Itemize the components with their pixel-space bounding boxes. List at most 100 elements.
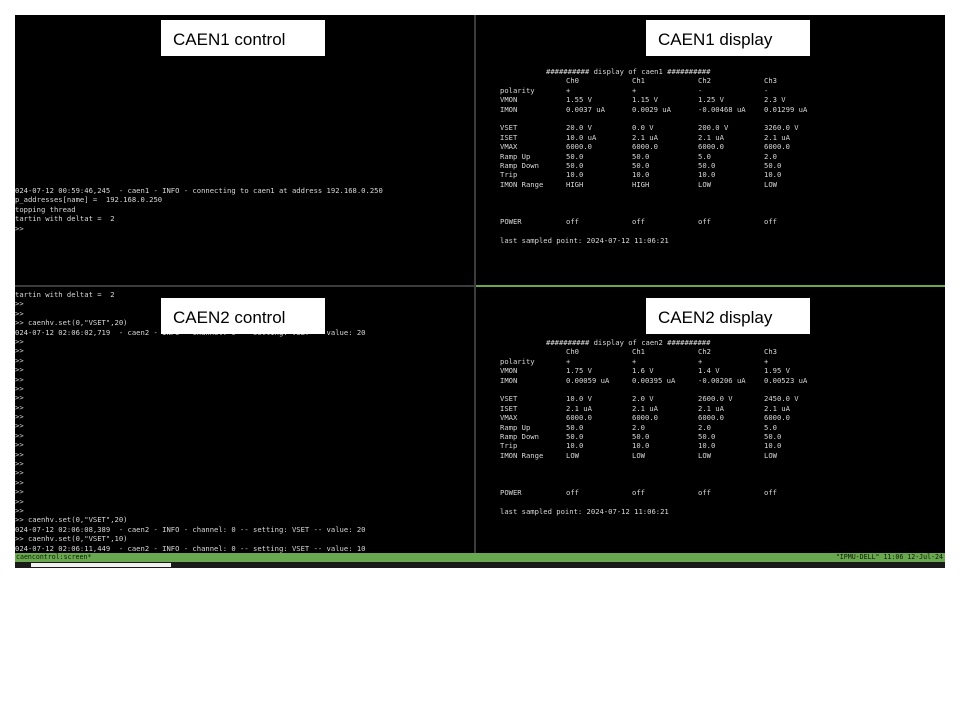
cell-value: 2.0 [632, 422, 645, 432]
cell-value: 50.0 [632, 432, 650, 441]
caen1-control-output: 024-07-12 00:59:46,245 - caen1 - INFO - … [15, 186, 383, 233]
terminal-line: topping thread [15, 204, 76, 214]
caen1-control-pane[interactable]: CAEN1 control 024-07-12 00:59:46,245 - c… [15, 15, 474, 285]
cell-value: Ch2 [698, 76, 711, 86]
cell-value: 50.0 [632, 151, 650, 161]
row-label: VSET [500, 394, 518, 404]
cell-value: 1.6 V [632, 366, 654, 376]
cell-value: 2.1 uA [632, 132, 658, 142]
cell-value: + [632, 356, 637, 366]
cell-value: 2.0 V [632, 394, 654, 404]
cell-value: 6000.0 [566, 413, 592, 423]
row-label: Ramp Up [500, 151, 531, 161]
cell-value: 50.0 [764, 432, 782, 441]
cell-value: 50.0 [764, 161, 782, 170]
cell-value: -0.00468 uA [698, 104, 746, 114]
cell-value: 0.0 V [632, 123, 654, 133]
cell-value: 0.0029 uA [632, 104, 671, 114]
terminal-line: p_addresses[name] = 192.168.0.250 [15, 195, 163, 205]
cell-value: off [566, 217, 579, 227]
cell-value: LOW [764, 179, 777, 189]
row-label: IMON [500, 104, 518, 114]
cell-value: 2600.0 V [698, 394, 733, 404]
cell-value: 50.0 [698, 432, 716, 441]
cell-value: off [566, 488, 579, 498]
cell-value: 10.0 [698, 441, 716, 451]
horizontal-pane-divider[interactable] [15, 285, 945, 287]
cell-value: 10.0 [566, 170, 584, 180]
display-title: ########## display of caen2 ########## [546, 338, 711, 347]
cell-value: 6000.0 [764, 413, 790, 423]
cell-value: off [632, 488, 645, 498]
caen2-display-pane: CAEN2 display ########## display of caen… [476, 287, 945, 553]
vertical-pane-divider[interactable] [474, 15, 476, 553]
cell-value: 1.95 V [764, 366, 790, 376]
caen2-display-label: CAEN2 display [646, 298, 810, 334]
row-label: ISET [500, 403, 518, 413]
cell-value: off [632, 217, 645, 227]
terminal-line: >> [15, 477, 24, 487]
cell-value: 50.0 [566, 422, 584, 432]
cell-value: 10.0 uA [566, 132, 597, 142]
terminal-line: >> [15, 412, 24, 422]
row-label: Ramp Up [500, 422, 531, 432]
terminal-line: >> [15, 355, 24, 365]
terminal-line: >> [15, 449, 24, 459]
last-sampled-line: last sampled point: 2024-07-12 11:06:21 [500, 507, 669, 517]
terminal-line: >> caenhv.set(0,"VSET",10) [15, 534, 128, 544]
taskbar-tab[interactable] [31, 563, 171, 567]
cell-value: 0.01299 uA [764, 104, 808, 114]
cell-value: + [566, 85, 571, 95]
row-label: Trip [500, 170, 518, 180]
cell-value: 6000.0 [632, 413, 658, 423]
cell-value: LOW [764, 450, 777, 460]
cell-value: off [698, 488, 711, 498]
terminal-line: tartin with deltat = 2 [15, 214, 115, 224]
cell-value: 10.0 [566, 441, 584, 451]
cell-value: + [566, 356, 571, 366]
terminal-line: >> [15, 336, 24, 346]
row-label: IMON Range [500, 179, 544, 189]
terminal-line: >> [15, 223, 24, 233]
caen1-display-pane: CAEN1 display ########## display of caen… [476, 15, 945, 285]
cell-value: 50.0 [566, 432, 584, 441]
cell-value: 6000.0 [764, 142, 790, 152]
row-label: ISET [500, 132, 518, 142]
caen2-control-pane[interactable]: CAEN2 control tartin with deltat = 2 >> >>… [15, 287, 474, 553]
cell-value: 50.0 [566, 161, 584, 170]
terminal-line: >> [15, 459, 24, 469]
terminal-line: >> [15, 365, 24, 375]
cell-value: off [764, 217, 777, 227]
taskbar-strip [15, 562, 945, 568]
cell-value: 5.0 [698, 151, 711, 161]
status-host-time: "IPMU-DELL" 11:06 12-Jul-24 [835, 553, 943, 561]
cell-value: + [632, 85, 637, 95]
cell-value: 1.25 V [698, 95, 724, 105]
row-label: polarity [500, 85, 535, 95]
cell-value: 1.55 V [566, 95, 592, 105]
cell-value: 1.15 V [632, 95, 658, 105]
screen-status-bar: caencontrol:screen* "IPMU-DELL" 11:06 12… [15, 553, 945, 562]
cell-value: 0.00523 uA [764, 375, 808, 385]
cell-value: 5.0 [764, 422, 777, 432]
cell-value: 6000.0 [632, 142, 658, 152]
row-label: Trip [500, 441, 518, 451]
terminal-line: >> [15, 374, 24, 384]
display-title: ########## display of caen1 ########## [546, 67, 711, 76]
terminal-line: 024-07-12 00:59:46,245 - caen1 - INFO - … [15, 186, 383, 195]
cell-value: 50.0 [566, 151, 584, 161]
cell-value: 0.00395 uA [632, 375, 676, 385]
terminal-line: >> [15, 346, 24, 356]
cell-value: 3260.0 V [764, 123, 799, 133]
cell-value: 1.75 V [566, 366, 592, 376]
status-window-name[interactable]: caencontrol:screen* [16, 553, 91, 562]
row-label: VMON [500, 366, 518, 376]
cell-value: 2.1 uA [764, 132, 790, 142]
cell-value: LOW [566, 450, 579, 460]
terminal-line: >> [15, 496, 24, 506]
cell-value: Ch1 [632, 76, 645, 86]
cell-value: Ch3 [764, 76, 777, 86]
terminal-line: >> [15, 505, 24, 515]
cell-value: Ch2 [698, 347, 711, 357]
caen2-control-label: CAEN2 control [161, 298, 325, 334]
